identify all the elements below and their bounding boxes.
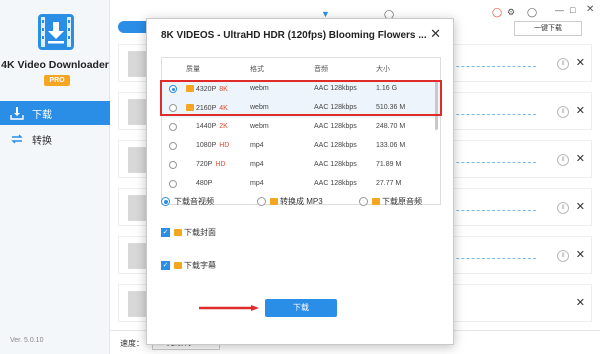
sidebar-item-label: 转换 bbox=[32, 135, 52, 147]
pause-icon[interactable]: II bbox=[557, 154, 569, 166]
progress-track bbox=[446, 258, 536, 259]
size-cell: 71.89 M bbox=[376, 161, 402, 168]
close-icon[interactable]: ✕ bbox=[576, 296, 585, 309]
table-row[interactable]: 1440P 2K webm AAC 128kbps 248.70 M bbox=[162, 118, 440, 137]
table-row[interactable]: 720P HD mp4 AAC 128kbps 71.89 M bbox=[162, 156, 440, 175]
column-header: 格式 bbox=[250, 66, 264, 73]
checkbox-download-subtitles[interactable]: ✓ 下载字幕 bbox=[161, 260, 216, 271]
highlight-box bbox=[160, 80, 442, 116]
app-logo-icon bbox=[38, 14, 74, 50]
progress-track bbox=[446, 210, 536, 211]
download-tray-icon bbox=[10, 106, 24, 120]
pointer-arrow-icon bbox=[199, 305, 259, 311]
resolution-tag: HD bbox=[215, 161, 226, 168]
close-icon[interactable]: ✕ bbox=[576, 200, 585, 213]
pause-icon[interactable]: II bbox=[557, 58, 569, 70]
progress-track bbox=[446, 66, 536, 67]
resolution-tag: 2K bbox=[219, 123, 228, 130]
close-icon[interactable]: ✕ bbox=[576, 56, 585, 69]
radio[interactable] bbox=[257, 197, 266, 206]
format-cell: mp4 bbox=[250, 161, 264, 168]
quality-radio[interactable] bbox=[169, 123, 177, 131]
pause-icon[interactable]: II bbox=[557, 106, 569, 118]
close-icon[interactable]: ✕ bbox=[576, 104, 585, 117]
premium-crown-icon bbox=[270, 198, 278, 205]
download-options-dialog: 8K VIDEOS - UltraHD HDR (120fps) Bloomin… bbox=[146, 18, 454, 345]
convert-arrows-icon bbox=[10, 132, 24, 146]
progress-track bbox=[446, 114, 536, 115]
format-cell: mp4 bbox=[250, 142, 264, 149]
quality-radio[interactable] bbox=[169, 161, 177, 169]
premium-crown-icon bbox=[174, 229, 182, 236]
close-icon[interactable]: ✕ bbox=[576, 152, 585, 165]
audio-cell: AAC 128kbps bbox=[314, 161, 357, 168]
table-row[interactable]: 480P mp4 AAC 128kbps 27.77 M bbox=[162, 175, 440, 194]
help-icon[interactable]: ◯ bbox=[527, 7, 537, 18]
quality-cell: 1080P HD bbox=[196, 142, 230, 149]
checkbox-checked-icon[interactable]: ✓ bbox=[161, 261, 170, 270]
pro-badge: PRO bbox=[44, 75, 70, 86]
audio-cell: AAC 128kbps bbox=[314, 180, 357, 187]
sidebar: 4K Video Downloader PRO 下载 转换 Ver. 5.0.1… bbox=[0, 0, 110, 354]
checkbox-download-cover[interactable]: ✓ 下载封面 bbox=[161, 227, 216, 238]
quality-cell: 1440P 2K bbox=[196, 123, 228, 130]
resolution-tag: HD bbox=[219, 142, 230, 149]
size-cell: 133.06 M bbox=[376, 142, 406, 149]
column-header: 音频 bbox=[314, 66, 328, 73]
option-download-video[interactable]: 下载音视频 bbox=[161, 196, 214, 207]
download-button[interactable]: 下载 bbox=[265, 299, 337, 317]
option-download-audio[interactable]: 下载原音频 bbox=[359, 196, 422, 207]
one-click-download-button[interactable]: 一键下载 bbox=[514, 21, 582, 36]
audio-cell: AAC 128kbps bbox=[314, 123, 357, 130]
settings-gear-icon[interactable]: ⚙ bbox=[507, 7, 515, 18]
app-name: 4K Video Downloader bbox=[1, 59, 109, 71]
format-cell: mp4 bbox=[250, 180, 264, 187]
close-icon[interactable]: ✕ bbox=[430, 26, 441, 42]
table-header: 质量 格式 音频 大小 bbox=[162, 58, 440, 78]
checkbox-checked-icon[interactable]: ✓ bbox=[161, 228, 170, 237]
pause-icon[interactable]: II bbox=[557, 202, 569, 214]
premium-crown-icon bbox=[372, 198, 380, 205]
quality-radio[interactable] bbox=[169, 142, 177, 150]
speed-label: 速度： bbox=[120, 339, 144, 348]
radio-selected[interactable] bbox=[161, 197, 170, 206]
version-label: Ver. 5.0.10 bbox=[10, 337, 44, 344]
size-cell: 248.70 M bbox=[376, 123, 406, 130]
sidebar-item-convert[interactable]: 转换 bbox=[0, 127, 110, 151]
close-icon[interactable]: ✕ bbox=[576, 248, 585, 261]
format-cell: webm bbox=[250, 123, 269, 130]
sidebar-item-download[interactable]: 下载 bbox=[0, 101, 110, 125]
premium-crown-icon bbox=[174, 262, 182, 269]
close-window-icon[interactable]: ✕ bbox=[586, 4, 594, 15]
size-cell: 27.77 M bbox=[376, 180, 402, 187]
option-convert-mp3[interactable]: 转换成 MP3 bbox=[257, 196, 323, 207]
maximize-icon[interactable]: □ bbox=[570, 5, 575, 15]
progress-track bbox=[446, 162, 536, 163]
dialog-title: 8K VIDEOS - UltraHD HDR (120fps) Bloomin… bbox=[161, 30, 427, 41]
sidebar-item-label: 下载 bbox=[32, 109, 52, 121]
radio[interactable] bbox=[359, 197, 368, 206]
column-header: 质量 bbox=[186, 66, 200, 73]
column-header: 大小 bbox=[376, 66, 390, 73]
quality-cell: 720P HD bbox=[196, 161, 226, 168]
table-row[interactable]: 1080P HD mp4 AAC 128kbps 133.06 M bbox=[162, 137, 440, 156]
audio-cell: AAC 128kbps bbox=[314, 142, 357, 149]
minimize-icon[interactable]: — bbox=[555, 5, 564, 15]
quality-cell: 480P bbox=[196, 180, 213, 187]
pause-icon[interactable]: II bbox=[557, 250, 569, 262]
account-icon[interactable]: ◯ bbox=[492, 7, 502, 18]
quality-radio[interactable] bbox=[169, 180, 177, 188]
